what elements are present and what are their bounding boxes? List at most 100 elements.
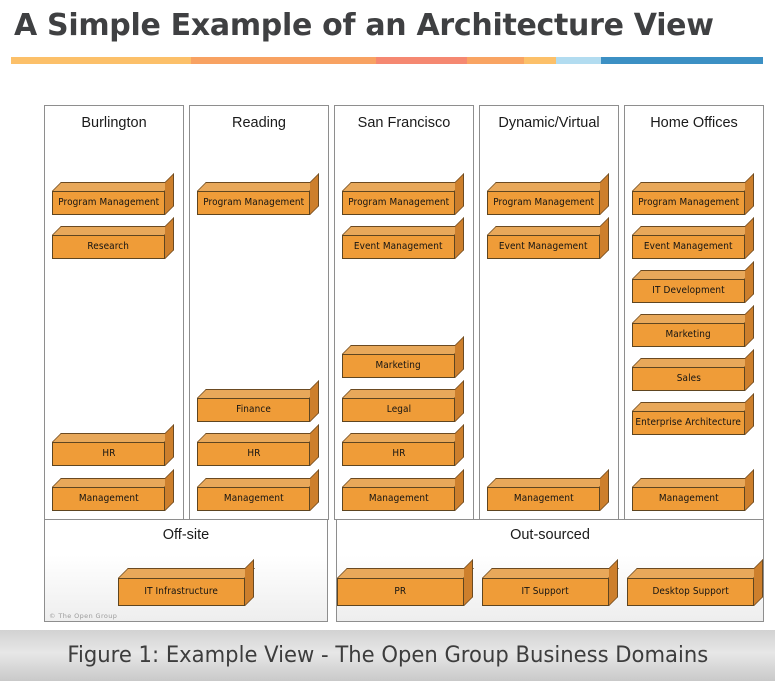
accent-segment-1 — [191, 57, 376, 64]
block-label: Management — [368, 493, 429, 505]
block-side-face — [754, 559, 763, 606]
block-hr[interactable]: HR — [52, 424, 174, 466]
block-top-face — [342, 345, 464, 354]
off-site-blocks: IT Infrastructure — [45, 559, 327, 608]
block-front-face: Program Management — [342, 191, 455, 215]
panel-off-site[interactable]: Off-site IT Infrastructure © The Open Gr… — [44, 519, 328, 622]
block-management[interactable]: Management — [632, 469, 754, 511]
block-sales[interactable]: Sales — [632, 349, 754, 391]
block-top-face — [342, 478, 464, 487]
block-front-face: Research — [52, 235, 165, 259]
block-top-face — [627, 568, 763, 578]
block-marketing[interactable]: Marketing — [632, 305, 754, 347]
block-side-face — [455, 469, 464, 511]
block-side-face — [165, 469, 174, 511]
block-front-face: HR — [342, 442, 455, 466]
block-top-face — [197, 433, 319, 442]
block-label: Marketing — [375, 360, 422, 372]
block-hr[interactable]: HR — [197, 424, 319, 466]
block-it-development[interactable]: IT Development — [632, 261, 754, 303]
block-top-face — [52, 182, 174, 191]
block-front-face: Management — [197, 487, 310, 511]
block-desktop-support[interactable]: Desktop Support — [627, 559, 763, 606]
block-label: Research — [87, 241, 130, 253]
block-top-face — [197, 182, 319, 191]
block-event-management[interactable]: Event Management — [342, 217, 464, 259]
block-event-management[interactable]: Event Management — [632, 217, 754, 259]
block-it-support[interactable]: IT Support — [482, 559, 619, 606]
block-label: HR — [246, 448, 261, 460]
block-side-face — [745, 469, 754, 511]
block-program-management[interactable]: Program Management — [342, 173, 464, 215]
block-front-face: Desktop Support — [627, 578, 754, 606]
panel-out-sourced[interactable]: Out-sourced PR IT Support Desktop Support — [336, 519, 764, 622]
block-label: Sales — [676, 373, 701, 385]
block-program-management[interactable]: Program Management — [197, 173, 319, 215]
figure-caption-bar: Figure 1: Example View - The Open Group … — [0, 630, 775, 681]
block-program-management[interactable]: Program Management — [487, 173, 609, 215]
block-label: Event Management — [644, 241, 733, 253]
block-research[interactable]: Research — [52, 217, 174, 259]
block-side-face — [245, 559, 254, 606]
block-side-face — [165, 424, 174, 466]
column-panel-burlington[interactable]: Burlington Program Management Research HR Ma… — [44, 105, 184, 520]
column-title-reading: Reading — [231, 115, 286, 131]
block-finance[interactable]: Finance — [197, 380, 319, 422]
copyright-notice: © The Open Group — [49, 612, 118, 620]
block-pr[interactable]: PR — [337, 559, 474, 606]
block-top-face — [487, 478, 609, 487]
block-side-face — [600, 469, 609, 511]
column-body-reading: Program Management Finance HR Management — [190, 140, 328, 519]
page-title: A Simple Example of an Architecture View — [14, 8, 714, 43]
block-side-face — [745, 349, 754, 391]
block-top-face — [632, 226, 754, 235]
block-label: Event Management — [354, 241, 443, 253]
column-panel-home-offices[interactable]: Home Offices Program Management Event Mana… — [624, 105, 764, 520]
block-front-face: IT Support — [482, 578, 609, 606]
block-top-face — [482, 568, 619, 578]
block-label: Marketing — [665, 329, 712, 341]
block-management[interactable]: Management — [52, 469, 174, 511]
block-side-face — [310, 380, 319, 422]
block-side-face — [600, 217, 609, 259]
block-side-face — [464, 559, 473, 606]
block-it-infrastructure[interactable]: IT Infrastructure — [118, 559, 255, 606]
block-top-face — [118, 568, 255, 578]
block-enterprise-architecture[interactable]: Enterprise Architecture — [632, 393, 754, 435]
block-front-face: Enterprise Architecture — [632, 411, 745, 435]
block-label: IT Support — [521, 586, 570, 598]
block-management[interactable]: Management — [197, 469, 319, 511]
block-hr[interactable]: HR — [342, 424, 464, 466]
figure-caption: Figure 1: Example View - The Open Group … — [67, 643, 708, 668]
accent-segment-0 — [11, 57, 192, 64]
column-panel-dynamic-virtual[interactable]: Dynamic/Virtual Program Management Event M… — [479, 105, 619, 520]
block-top-face — [632, 358, 754, 367]
block-marketing[interactable]: Marketing — [342, 336, 464, 378]
block-event-management[interactable]: Event Management — [487, 217, 609, 259]
block-top-face — [342, 433, 464, 442]
block-management[interactable]: Management — [342, 469, 464, 511]
block-top-face — [52, 433, 174, 442]
column-body-home-offices: Program Management Event Management IT Dev… — [625, 140, 763, 519]
accent-segment-5 — [556, 57, 602, 64]
block-front-face: IT Infrastructure — [118, 578, 245, 606]
block-top-face — [342, 389, 464, 398]
block-front-face: PR — [337, 578, 464, 606]
block-side-face — [310, 173, 319, 215]
panel-title-out-sourced: Out-sourced — [510, 527, 590, 543]
block-legal[interactable]: Legal — [342, 380, 464, 422]
block-program-management[interactable]: Program Management — [632, 173, 754, 215]
block-front-face: Event Management — [632, 235, 745, 259]
column-panel-reading[interactable]: Reading Program Management Finance HR Manage… — [189, 105, 329, 520]
block-side-face — [310, 469, 319, 511]
block-label: Management — [223, 493, 284, 505]
block-front-face: Program Management — [632, 191, 745, 215]
block-program-management[interactable]: Program Management — [52, 173, 174, 215]
accent-color-bar — [11, 57, 763, 64]
column-panel-san-francisco[interactable]: San Francisco Program Management Event Man… — [334, 105, 474, 520]
block-front-face: Sales — [632, 367, 745, 391]
block-management[interactable]: Management — [487, 469, 609, 511]
block-top-face — [337, 568, 474, 578]
block-front-face: Event Management — [487, 235, 600, 259]
accent-segment-4 — [523, 57, 557, 64]
